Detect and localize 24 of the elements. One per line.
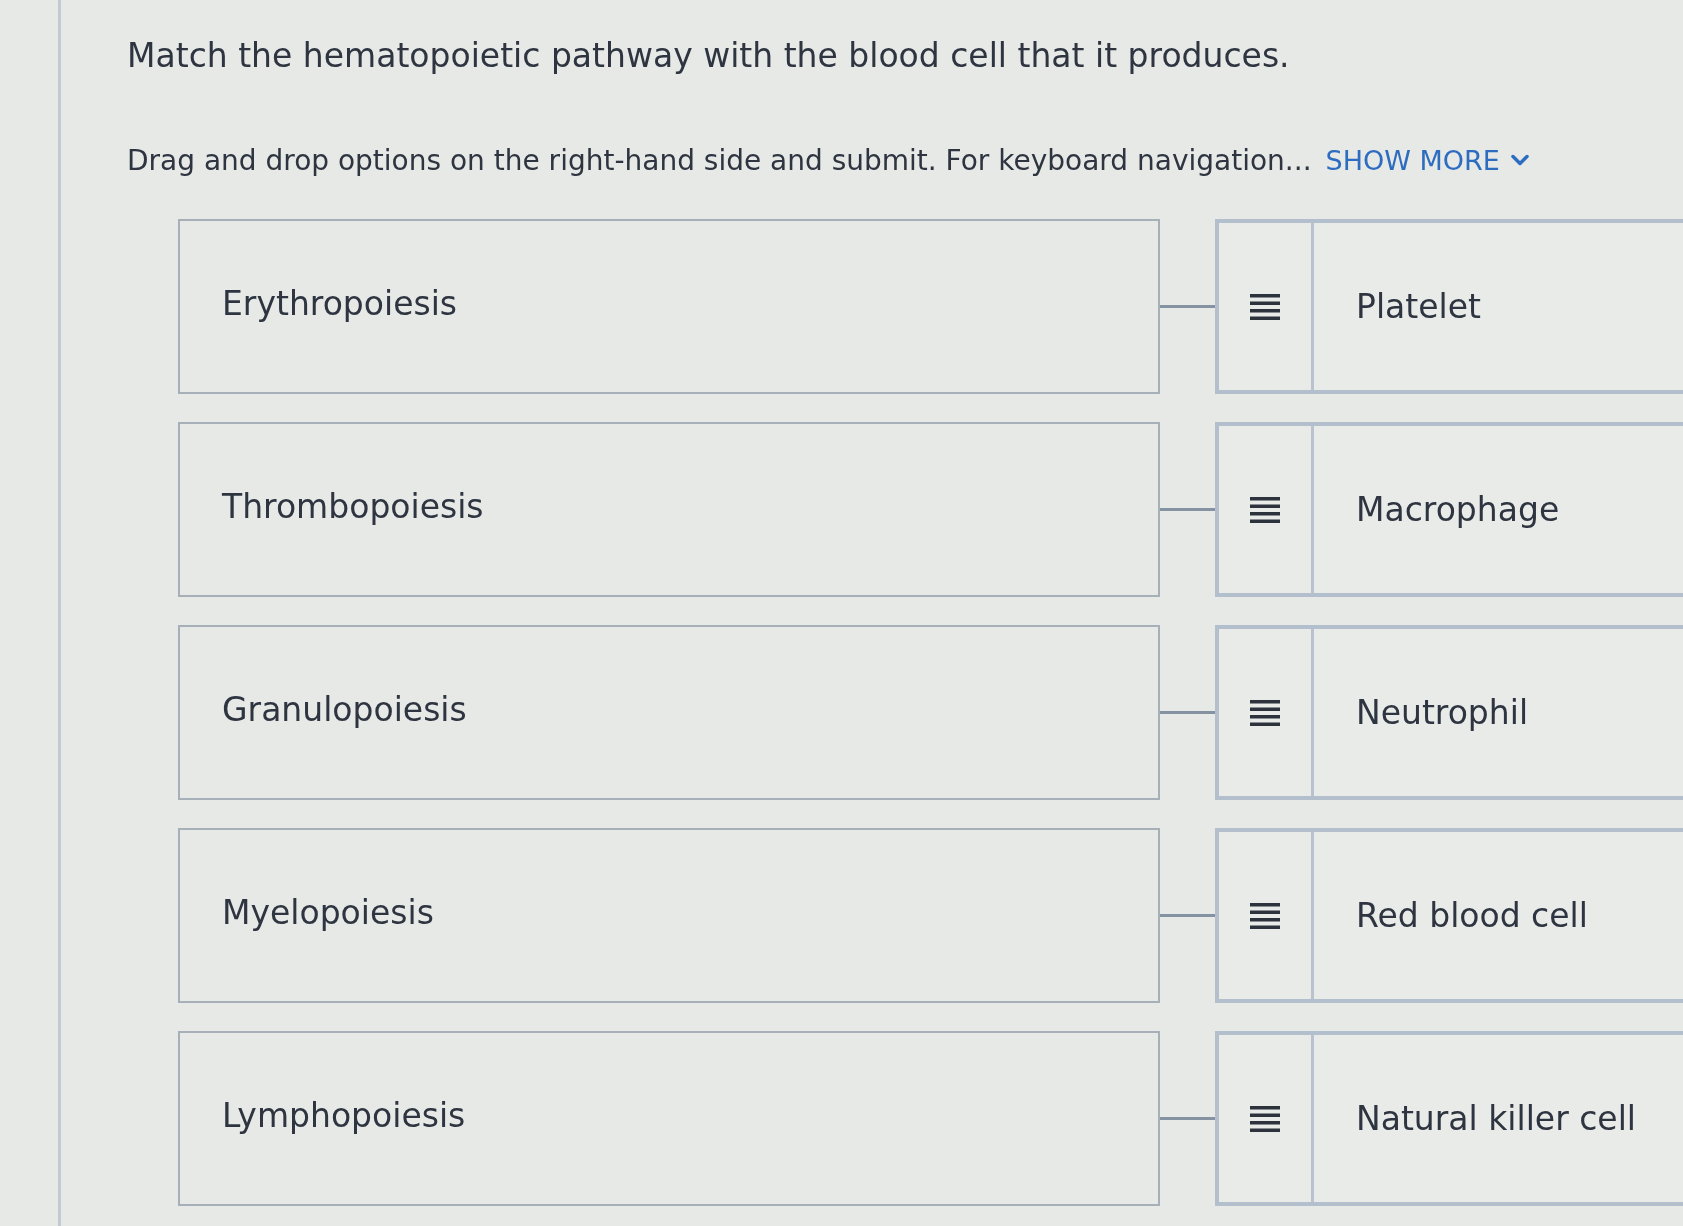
drag-handle-icon [1250,293,1280,320]
question-title: Match the hematopoietic pathway with the blood cell that it produces. [127,35,1291,77]
drag-handle-icon [1250,699,1280,726]
connector-line [1160,508,1215,511]
show-more-link[interactable]: SHOW MORE [1325,144,1530,176]
answer-option-card[interactable]: Natural killer cell [1215,1031,1683,1206]
drag-handle-icon [1250,902,1280,929]
instructions-text: Drag and drop options on the right-hand side and submit. For keyboard navigation... [127,143,1312,177]
answer-option-card[interactable]: Macrophage [1215,422,1683,597]
drag-handle-icon [1250,1105,1280,1132]
connector-line [1160,305,1215,308]
connector-line [1160,711,1215,714]
chevron-down-icon [1509,153,1530,167]
pathway-term-box: Granulopoiesis [178,625,1160,800]
answer-option-card[interactable]: Platelet [1215,219,1683,394]
drag-handle-icon [1250,496,1280,523]
connector-line [1160,914,1215,917]
pathway-term-box: Lymphopoiesis [178,1031,1160,1206]
answer-option-card[interactable]: Neutrophil [1215,625,1683,800]
pathway-term-box: Thrombopoiesis [178,422,1160,597]
answer-option-card[interactable]: Red blood cell [1215,828,1683,1003]
pathway-term-box: Erythropoiesis [178,219,1160,394]
pathway-term-box: Myelopoiesis [178,828,1160,1003]
connector-line [1160,1117,1215,1120]
